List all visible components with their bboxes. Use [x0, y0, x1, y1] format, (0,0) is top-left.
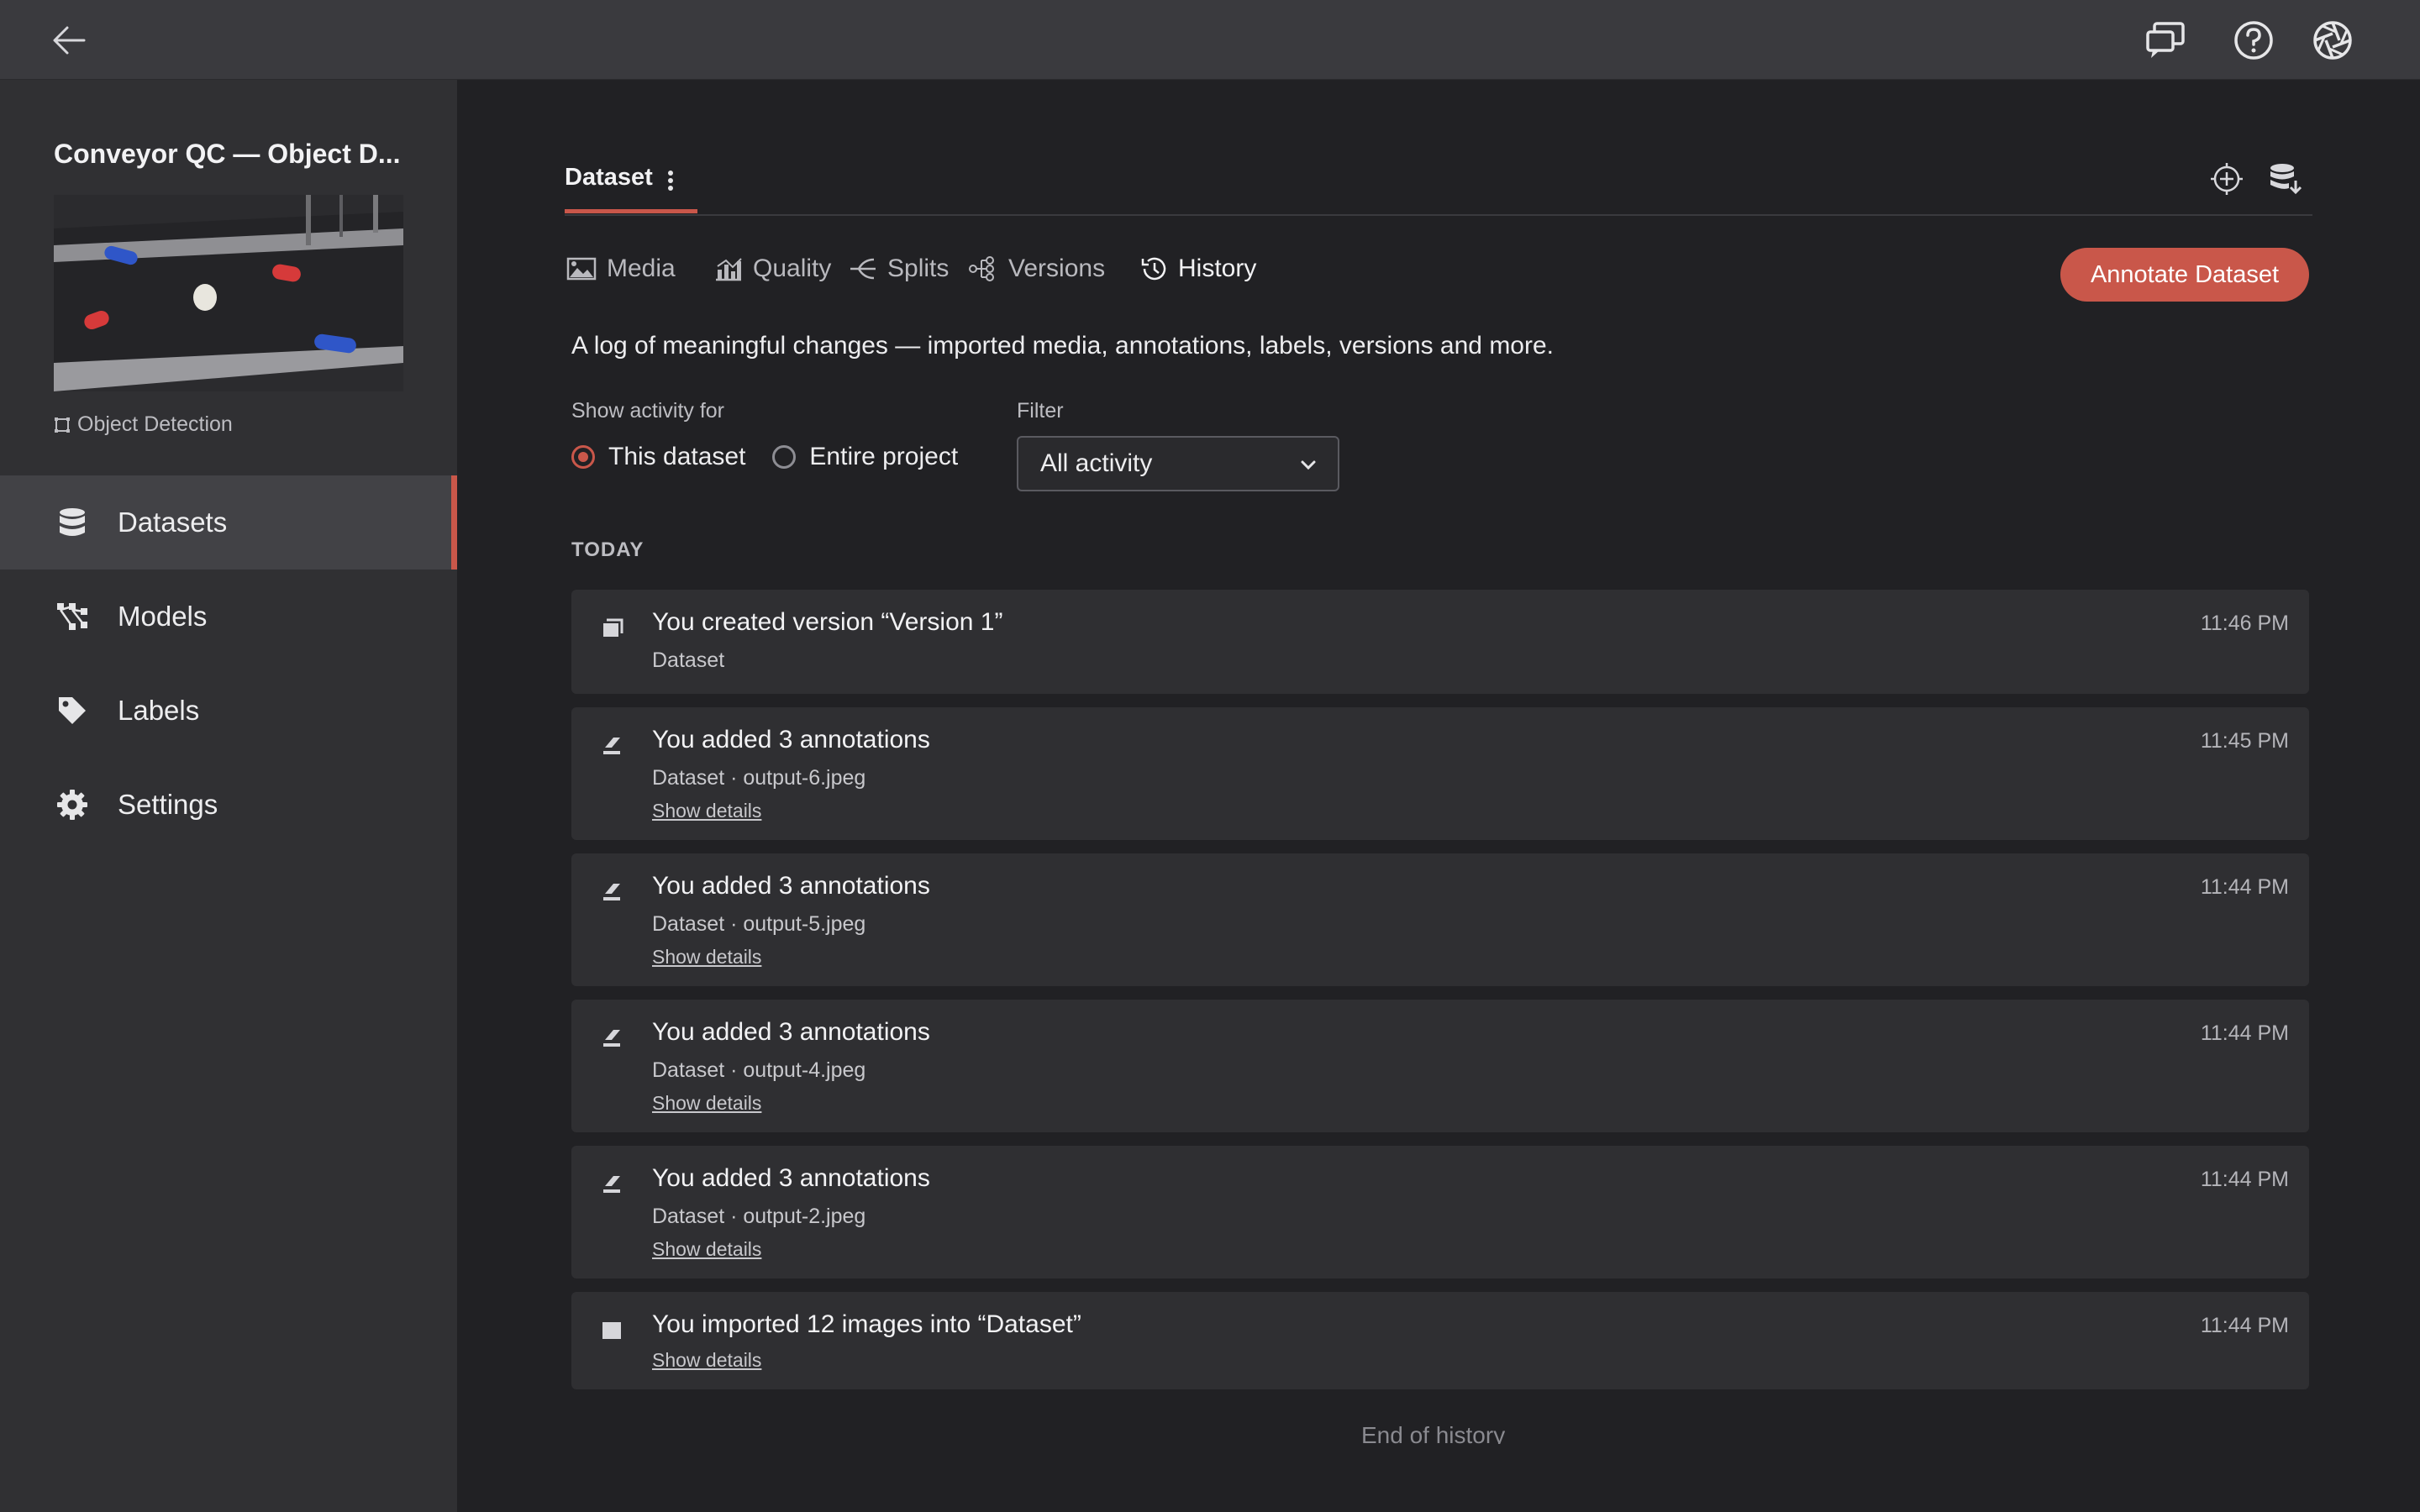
entry-title: You added 3 annotations: [652, 1164, 930, 1192]
export-dataset-icon[interactable]: [2265, 160, 2302, 197]
tab-quality[interactable]: Quality: [714, 248, 831, 290]
tab-dataset[interactable]: Dataset: [565, 164, 653, 214]
tag-icon: [59, 697, 86, 724]
annotation-icon: [603, 1176, 620, 1193]
history-entry: You added 3 annotations Dataset · output…: [571, 1000, 2309, 1132]
chevron-down-icon: [1301, 460, 1316, 470]
tab-history[interactable]: History: [1139, 248, 1256, 290]
import-icon: [602, 1322, 621, 1339]
history-entry: You added 3 annotations Dataset · output…: [571, 1146, 2309, 1278]
model-icon: [57, 603, 87, 630]
annotation-icon: [603, 1030, 620, 1047]
arrow-left-icon[interactable]: [50, 24, 87, 57]
show-details-link[interactable]: Show details: [652, 1238, 761, 1261]
filter-value: All activity: [1040, 449, 1153, 477]
entry-time: 11:44 PM: [2200, 1021, 2289, 1045]
active-tab-indicator: [565, 209, 697, 213]
entry-title: You created version “Version 1”: [652, 608, 1003, 636]
tab-media[interactable]: Media: [566, 248, 676, 290]
aperture-icon[interactable]: [2311, 18, 2354, 62]
section-header-today: TODAY: [571, 538, 644, 561]
main-content: Dataset Media Quality Splits Versions Hi…: [457, 80, 2420, 1512]
sidebar: Conveyor QC — Object D... Object Detecti…: [0, 80, 457, 1512]
entry-title: You added 3 annotations: [652, 872, 930, 900]
filter-label: Filter: [1017, 399, 1064, 423]
show-details-link[interactable]: Show details: [652, 1092, 761, 1115]
project-type-label: Object Detection: [77, 412, 233, 436]
tab-divider: [565, 214, 2312, 216]
entry-subtitle: Dataset: [652, 648, 725, 672]
project-title: Conveyor QC — Object D...: [54, 139, 401, 169]
annotation-icon: [603, 884, 620, 900]
chart-icon: [716, 258, 742, 281]
top-bar: [0, 0, 2420, 80]
sidebar-item-label: Datasets: [118, 507, 228, 538]
entry-time: 11:44 PM: [2200, 1314, 2289, 1337]
project-thumbnail-image: [54, 195, 403, 391]
show-details-link[interactable]: Show details: [652, 1349, 761, 1372]
radio-unselected-icon: [772, 445, 797, 469]
entry-title: You added 3 annotations: [652, 1018, 930, 1046]
annotate-dataset-button[interactable]: Annotate Dataset: [2060, 248, 2309, 302]
show-activity-label: Show activity for: [571, 399, 725, 423]
history-description: A log of meaningful changes — imported m…: [571, 332, 1555, 360]
gear-icon: [57, 790, 87, 820]
help-icon[interactable]: [2232, 18, 2275, 62]
history-entry: You created version “Version 1” Dataset …: [571, 590, 2309, 694]
database-icon: [60, 508, 85, 536]
chat-icon[interactable]: [2144, 18, 2188, 62]
radio-this-dataset[interactable]: This dataset: [571, 443, 745, 471]
history-entry: You imported 12 images into “Dataset” Sh…: [571, 1292, 2309, 1389]
filter-select[interactable]: All activity: [1017, 436, 1339, 491]
entry-title: You imported 12 images into “Dataset”: [652, 1310, 1081, 1338]
entry-time: 11:44 PM: [2200, 1168, 2289, 1191]
entry-time: 11:46 PM: [2200, 612, 2289, 635]
sidebar-item-label: Labels: [118, 695, 200, 726]
tab-label: Media: [607, 255, 676, 282]
entry-time: 11:45 PM: [2200, 729, 2289, 753]
add-dataset-icon[interactable]: [2208, 160, 2245, 197]
show-details-link[interactable]: Show details: [652, 800, 761, 822]
radio-selected-icon: [571, 445, 595, 469]
image-icon: [566, 257, 597, 281]
tab-label: Versions: [1008, 255, 1106, 282]
radio-entire-project[interactable]: Entire project: [772, 443, 958, 471]
sidebar-item-settings[interactable]: Settings: [0, 758, 457, 852]
versions-icon: [969, 256, 994, 281]
history-entry: You added 3 annotations Dataset · output…: [571, 853, 2309, 986]
entry-subtitle: Dataset · output-2.jpeg: [652, 1205, 866, 1228]
radio-label: This dataset: [608, 443, 746, 470]
sidebar-item-labels[interactable]: Labels: [0, 664, 457, 758]
tab-splits[interactable]: Splits: [849, 248, 949, 290]
entry-time: 11:44 PM: [2200, 875, 2289, 899]
split-icon: [850, 258, 876, 280]
entry-subtitle: Dataset · output-6.jpeg: [652, 766, 866, 790]
sidebar-item-label: Settings: [118, 789, 218, 820]
end-of-history: End of history: [1361, 1422, 1506, 1444]
project-thumbnail[interactable]: [54, 195, 403, 391]
project-type: Object Detection: [54, 412, 233, 437]
tab-label: Quality: [753, 255, 832, 282]
sidebar-item-datasets[interactable]: Datasets: [0, 475, 457, 570]
radio-label: Entire project: [809, 443, 959, 470]
entry-subtitle: Dataset · output-5.jpeg: [652, 912, 866, 936]
more-vertical-icon[interactable]: [667, 169, 674, 192]
sidebar-item-label: Models: [118, 601, 208, 632]
tab-label: History: [1178, 255, 1257, 282]
bounding-box-icon: [55, 417, 70, 433]
history-icon: [1141, 257, 1166, 281]
annotation-icon: [603, 738, 620, 754]
version-icon: [603, 618, 623, 637]
activity-scope-radio-group: This dataset Entire project: [571, 443, 985, 471]
entry-title: You added 3 annotations: [652, 726, 930, 753]
tab-versions[interactable]: Versions: [968, 248, 1105, 290]
sidebar-item-models[interactable]: Models: [0, 570, 457, 664]
entry-subtitle: Dataset · output-4.jpeg: [652, 1058, 866, 1082]
show-details-link[interactable]: Show details: [652, 946, 761, 969]
tab-label: Splits: [887, 255, 950, 282]
history-entry: You added 3 annotations Dataset · output…: [571, 707, 2309, 840]
